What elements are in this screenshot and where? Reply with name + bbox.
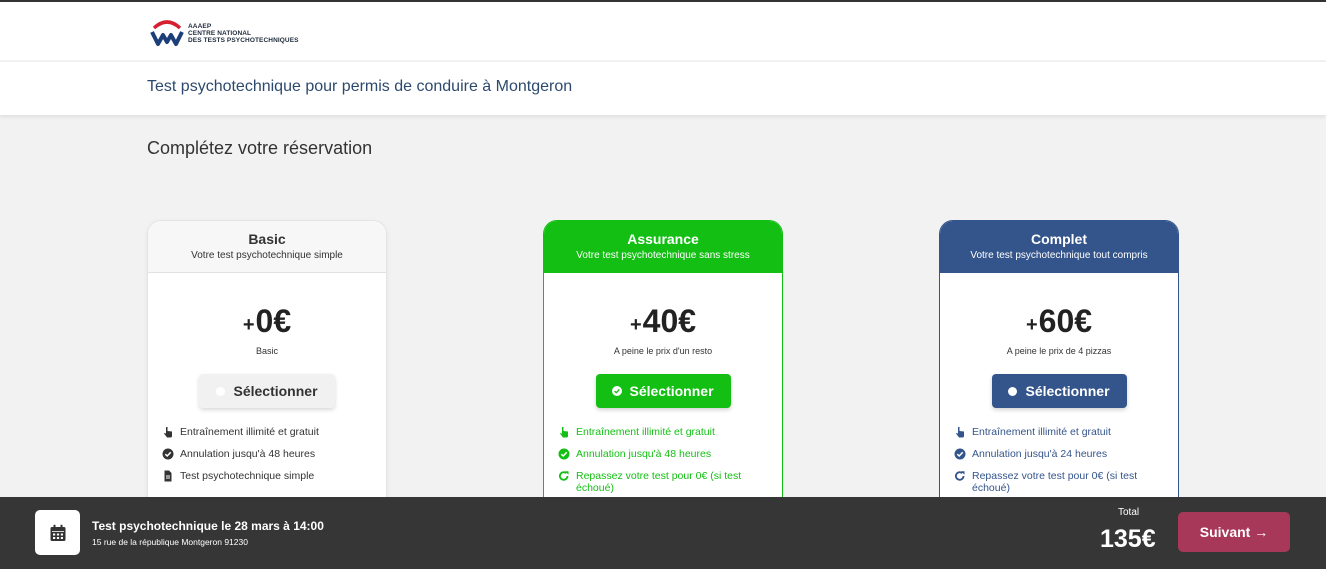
price-value: 60€	[1038, 303, 1093, 339]
feature-text: Annulation jusqu'à 48 heures	[576, 448, 712, 460]
plan-name: Assurance	[627, 231, 699, 247]
list-item: Entraînement illimité et gratuit	[162, 426, 374, 438]
logo-line-3: DES TESTS PSYCHOTECHNIQUES	[188, 36, 299, 44]
site-logo[interactable]: AAAEP CENTRE NATIONAL DES TESTS PSYCHOTE…	[150, 18, 299, 48]
price-plus-sign: +	[1025, 314, 1038, 336]
feature-text: Entraînement illimité et gratuit	[972, 426, 1111, 438]
logo-icon	[150, 20, 184, 46]
total-value: 135€	[1100, 525, 1156, 553]
top-navbar: AAAEP CENTRE NATIONAL DES TESTS PSYCHOTE…	[0, 0, 1326, 60]
check-circle-icon	[954, 448, 966, 460]
select-button-label: Sélectionner	[233, 383, 318, 399]
select-complet-button[interactable]: Sélectionner	[991, 374, 1127, 408]
price-note: A peine le prix d'un resto	[613, 346, 713, 356]
price-plus-sign: +	[629, 314, 642, 336]
list-item: Repassez votre test pour 0€ (si test éch…	[558, 470, 770, 494]
price-value: 0€	[255, 303, 292, 339]
plan-card-basic: Basic Votre test psychotechnique simple …	[147, 220, 387, 520]
select-button-label: Sélectionner	[629, 383, 714, 399]
feature-text: Entraînement illimité et gratuit	[576, 426, 715, 438]
price-plus-sign: +	[242, 314, 255, 336]
page-title: Test psychotechnique pour permis de cond…	[147, 78, 573, 95]
price-note: A peine le prix de 4 pizzas	[1006, 346, 1112, 356]
feature-list: Entraînement illimité et gratuit Annulat…	[940, 426, 1178, 494]
pointer-hand-icon	[956, 427, 964, 438]
plan-card-complet: Complet Votre test psychotechnique tout …	[939, 220, 1179, 520]
plan-price: +40€	[544, 303, 782, 340]
check-circle-icon	[558, 448, 570, 460]
plan-subtitle: Votre test psychotechnique simple	[191, 250, 343, 261]
plan-name: Complet	[1031, 231, 1087, 247]
logo-line-2: CENTRE NATIONAL	[188, 29, 252, 37]
plan-card-assurance: Assurance Votre test psychotechnique san…	[543, 220, 783, 520]
feature-text: Entraînement illimité et gratuit	[180, 426, 319, 438]
plan-name: Basic	[248, 231, 286, 247]
select-assurance-button[interactable]: Sélectionner	[595, 374, 731, 408]
booking-address: 15 rue de la république Montgeron 91230	[92, 537, 248, 547]
list-item: Test psychotechnique simple	[162, 470, 374, 482]
section-title: Complétez votre réservation	[147, 138, 373, 158]
plan-header: Assurance Votre test psychotechnique san…	[544, 221, 782, 273]
radio-unchecked-icon	[1008, 386, 1018, 396]
pointer-hand-icon	[560, 427, 568, 438]
list-item: Entraînement illimité et gratuit	[954, 426, 1166, 438]
calendar-icon	[50, 524, 65, 541]
document-icon	[164, 470, 172, 482]
feature-text: Repassez votre test pour 0€ (si test éch…	[576, 470, 742, 494]
feature-text: Annulation jusqu'à 24 heures	[972, 448, 1108, 460]
list-item: Annulation jusqu'à 24 heures	[954, 448, 1166, 460]
pointer-hand-icon	[164, 427, 172, 438]
feature-text: Repassez votre test pour 0€ (si test éch…	[972, 470, 1138, 494]
check-circle-icon	[162, 448, 174, 460]
redo-icon	[559, 471, 569, 481]
feature-list: Entraînement illimité et gratuit Annulat…	[544, 426, 782, 494]
title-bar: Test psychotechnique pour permis de cond…	[0, 62, 1326, 115]
price-note: Basic	[255, 346, 278, 356]
feature-list: Entraînement illimité et gratuit Annulat…	[148, 426, 386, 482]
plan-subtitle: Votre test psychotechnique sans stress	[576, 250, 750, 261]
plan-header: Basic Votre test psychotechnique simple	[148, 221, 386, 273]
radio-checked-icon	[612, 386, 623, 396]
plan-subtitle: Votre test psychotechnique tout compris	[970, 250, 1148, 261]
logo-text: AAAEP CENTRE NATIONAL DES TESTS PSYCHOTE…	[188, 23, 299, 44]
booking-footer: Test psychotechnique le 28 mars à 14:00 …	[0, 497, 1326, 569]
redo-icon	[955, 471, 965, 481]
select-button-label: Sélectionner	[1025, 383, 1110, 399]
logo-line-1: AAAEP	[188, 22, 212, 30]
price-value: 40€	[642, 303, 697, 339]
calendar-badge	[35, 510, 80, 555]
list-item: Repassez votre test pour 0€ (si test éch…	[954, 470, 1166, 494]
select-basic-button[interactable]: Sélectionner	[199, 374, 335, 408]
total-label: Total	[1118, 507, 1140, 518]
plan-header: Complet Votre test psychotechnique tout …	[940, 221, 1178, 273]
next-button[interactable]: Suivant →	[1178, 512, 1290, 552]
radio-unchecked-icon	[216, 386, 226, 396]
plan-price: +0€	[148, 303, 386, 340]
feature-text: Test psychotechnique simple	[180, 470, 315, 482]
list-item: Entraînement illimité et gratuit	[558, 426, 770, 438]
feature-text: Annulation jusqu'à 48 heures	[180, 448, 316, 460]
booking-title: Test psychotechnique le 28 mars à 14:00	[92, 519, 324, 533]
list-item: Annulation jusqu'à 48 heures	[162, 448, 374, 460]
list-item: Annulation jusqu'à 48 heures	[558, 448, 770, 460]
plan-price: +60€	[940, 303, 1178, 340]
